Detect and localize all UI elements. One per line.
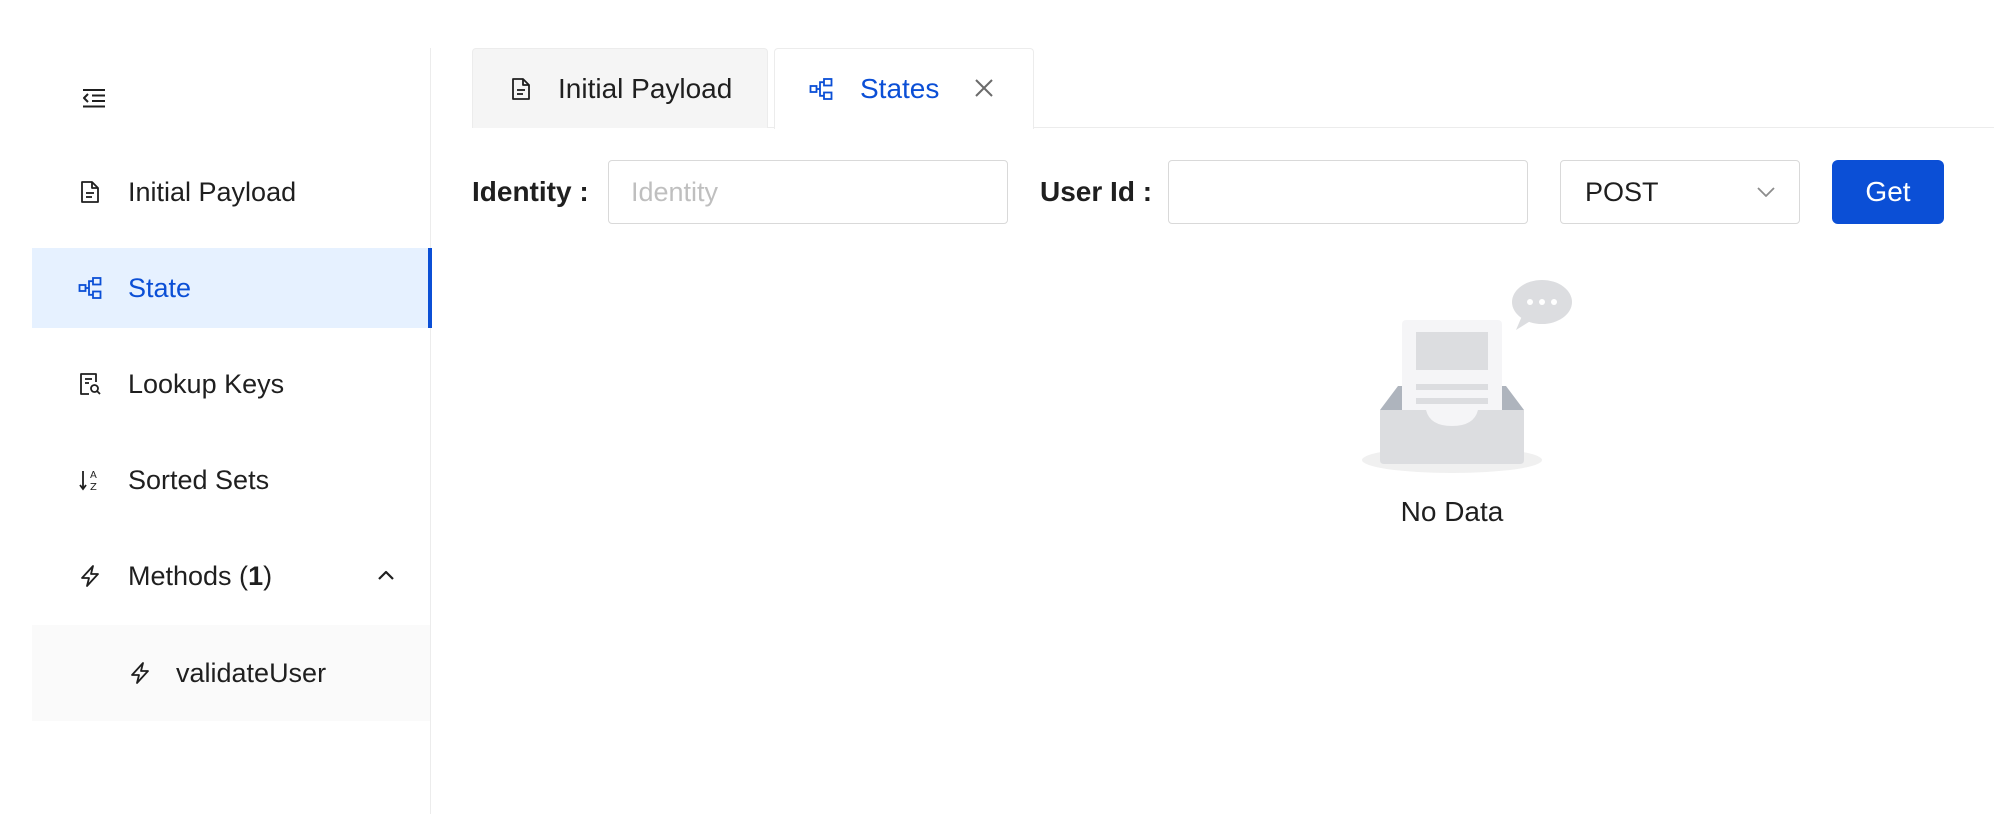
sidebar-item-state[interactable]: State — [32, 248, 432, 328]
sort-ascending-icon: A Z — [78, 468, 102, 493]
file-text-icon — [78, 180, 102, 204]
methods-count: 1 — [248, 561, 264, 591]
menu-fold-icon[interactable] — [78, 82, 110, 114]
svg-text:Z: Z — [90, 482, 97, 492]
active-indicator — [428, 248, 432, 328]
sidebar-item-label: Initial Payload — [128, 177, 297, 207]
sidebar-item-initial-payload[interactable]: Initial Payload — [32, 152, 430, 232]
sidebar-item-methods[interactable]: Methods (1) — [32, 536, 430, 616]
identity-input[interactable] — [608, 160, 1008, 224]
tab-label: Initial Payload — [558, 73, 733, 104]
close-icon[interactable] — [971, 75, 997, 101]
http-method-value: POST — [1585, 177, 1659, 207]
thunderbolt-icon — [128, 661, 152, 685]
tab-states[interactable]: States — [774, 48, 1034, 129]
svg-text:A: A — [90, 470, 97, 481]
sidebar-item-label: validateUser — [176, 658, 327, 688]
sidebar-item-validate-user[interactable]: validateUser — [32, 625, 430, 721]
sidebar-item-sorted-sets[interactable]: A Z Sorted Sets — [32, 440, 430, 520]
tab-label: States — [860, 73, 940, 104]
methods-submenu: validateUser — [32, 625, 430, 721]
identity-label: Identity : — [472, 176, 589, 207]
sidebar-item-label: Lookup Keys — [128, 369, 285, 399]
tab-bar: Initial Payload States — [472, 48, 1994, 129]
user-id-input[interactable] — [1168, 160, 1528, 224]
thunderbolt-icon — [78, 564, 102, 588]
tab-initial-payload[interactable]: Initial Payload — [472, 48, 768, 128]
sidebar: Initial Payload State Lookup Keys A Z So… — [32, 48, 432, 814]
empty-inbox-icon — [1360, 278, 1580, 478]
empty-state-text: No Data — [1400, 496, 1504, 527]
sidebar-item-label: State — [128, 273, 192, 303]
chevron-down-icon — [1755, 181, 1777, 203]
partition-icon — [78, 276, 102, 300]
sidebar-item-label: Sorted Sets — [128, 465, 270, 495]
partition-icon — [809, 77, 833, 101]
sidebar-item-label: Methods (1) — [128, 561, 273, 591]
http-method-select[interactable]: POST — [1560, 160, 1800, 224]
chevron-up-icon[interactable] — [374, 564, 398, 588]
file-text-icon — [509, 77, 533, 101]
file-search-icon — [78, 372, 102, 396]
get-button[interactable]: Get — [1832, 160, 1944, 224]
user-id-label: User Id : — [1040, 176, 1153, 207]
sidebar-item-lookup-keys[interactable]: Lookup Keys — [32, 344, 430, 424]
